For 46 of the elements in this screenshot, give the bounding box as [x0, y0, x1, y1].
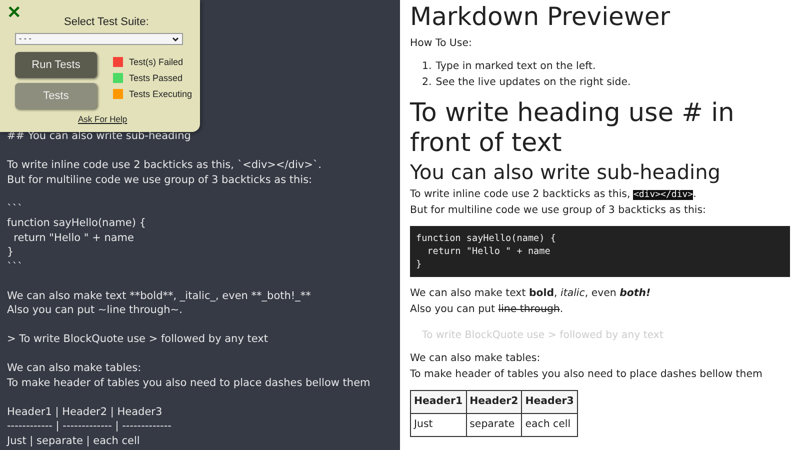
table-cell: each cell [522, 414, 578, 436]
editor-line: To write inline code use 2 backticks as this, `<div></div>`. [7, 158, 322, 172]
editor-line: ------------ | ------------- | ------------- [7, 419, 172, 434]
list-item: Type in marked text on the left. [436, 60, 596, 74]
close-button[interactable]: ✕ [7, 4, 21, 21]
editor-line: ``` [7, 202, 24, 216]
code-block: function sayHello(name) { return "Hello " + name } [410, 226, 790, 277]
legend-label: Tests Executing [129, 89, 192, 99]
paragraph-line: To write inline code use 2 backticks as this, <div></div>. [410, 189, 696, 200]
paragraph-line: But for multiline code we use group of 3 backticks as this: [410, 205, 706, 216]
list-item: See the live updates on the right side. [436, 76, 631, 90]
heading: Markdown Previewer [410, 2, 672, 32]
editor-line: Also you can put ~line through~. [7, 303, 184, 318]
editor-line: return "Hello " + name [12, 230, 135, 245]
editor-line: } [7, 245, 15, 260]
editor-line: Header1 | Header2 | Header3 [7, 404, 164, 419]
select-label: Select Test Suite: [64, 16, 149, 28]
editor-line: But for multiline code we use group of 3 backticks as this: [7, 172, 314, 187]
table-header: Header3 [522, 390, 578, 414]
run-tests-button[interactable]: Run Tests [15, 52, 97, 78]
table-cell: Just [410, 414, 466, 436]
heading: To write heading use # in front of text [410, 98, 736, 158]
editor-line: ## You can also write sub-heading [7, 129, 192, 144]
editor-line: > To write BlockQuote use > followed by any text [7, 332, 269, 346]
paragraph-line: How To Use: [410, 38, 472, 49]
table-header: Header2 [466, 390, 522, 414]
test-suite-dropdown[interactable]: - - - [15, 33, 183, 45]
editor-line: ``` [7, 260, 24, 274]
table-cell: separate [466, 414, 522, 436]
paragraph-line: We can also make tables: [410, 353, 540, 364]
help-link[interactable]: Ask For Help [78, 114, 128, 124]
subheading: You can also write sub-heading [410, 160, 722, 185]
paragraph-line: We can also make text bold, italic, even both! [410, 288, 651, 299]
editor-line: function sayHello(name) { [7, 216, 147, 230]
editor-line: To make header of tables you also need to place dashes bellow them [7, 376, 372, 390]
paragraph-line: Also you can put line through. [410, 304, 564, 315]
editor-line: We can also make tables: [7, 361, 142, 376]
editor-line: We can also make text **bold**, _italic_, even **_both!_** [7, 288, 312, 303]
paragraph-line: To make header of tables you also need to place dashes bellow them [410, 369, 762, 380]
legend-label: Test(s) Failed [129, 57, 184, 67]
editor-line: Just | separate | each cell [7, 434, 141, 448]
list-number: 2. [422, 76, 432, 90]
chevron-down-icon [172, 36, 179, 42]
legend-label: Tests Passed [129, 73, 183, 83]
list-number: 1. [422, 60, 432, 74]
table-header: Header1 [410, 390, 466, 414]
